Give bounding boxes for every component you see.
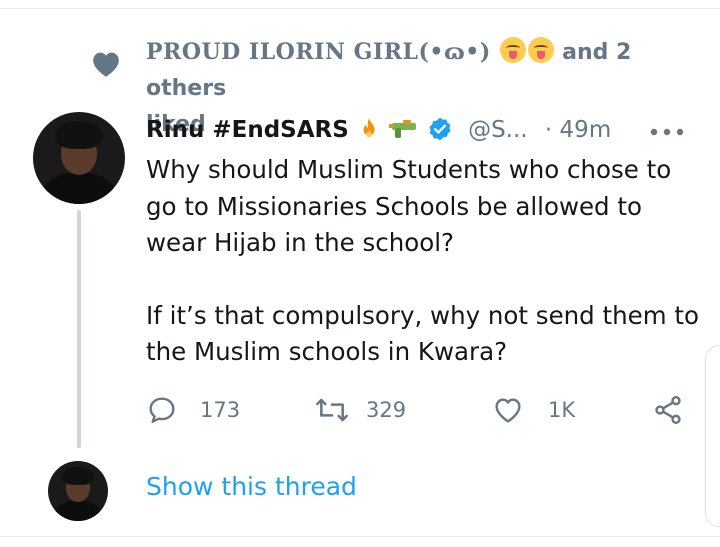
like-count: 1K	[548, 398, 576, 422]
heart-outline-icon	[495, 398, 521, 423]
avatar[interactable]	[33, 112, 125, 204]
tweet-time[interactable]: · 49m	[545, 117, 611, 143]
tweet-header: Rinu #EndSARS @S... · 49m	[146, 112, 706, 148]
heart-icon	[93, 52, 119, 77]
share-button[interactable]	[652, 392, 684, 428]
tweet-paragraph: Why should Muslim Students who chose to …	[146, 155, 672, 257]
reply-icon	[149, 397, 175, 423]
author-handle[interactable]: @S...	[468, 117, 528, 143]
retweet-count: 329	[366, 398, 407, 422]
share-icon	[655, 396, 681, 424]
like-button[interactable]: 1K	[492, 392, 575, 428]
scroll-handle[interactable]	[705, 345, 720, 527]
retweet-icon	[316, 398, 348, 422]
liker-name[interactable]: PROUD ILORIN GIRL(•ɷ•)	[146, 39, 491, 65]
bottom-divider	[0, 536, 720, 537]
top-divider	[0, 8, 720, 9]
tweet-text: Why should Muslim Students who chose to …	[146, 152, 706, 371]
reply-count: 173	[200, 398, 241, 422]
fire-icon	[363, 118, 375, 138]
yum-face-emoji	[528, 37, 555, 63]
tweet-paragraph: If it’s that compulsory, why not send th…	[146, 300, 699, 367]
verified-badge-icon	[429, 117, 451, 141]
author-name[interactable]: Rinu #EndSARS	[146, 117, 349, 143]
more-options-icon[interactable]	[650, 128, 684, 136]
action-bar: 173 329 1K	[146, 392, 692, 428]
retweet-button[interactable]: 329	[314, 392, 406, 428]
show-thread-link[interactable]: Show this thread	[146, 472, 357, 501]
reply-button[interactable]: 173	[146, 392, 240, 428]
water-gun-icon	[389, 120, 417, 138]
yum-face-emoji	[500, 37, 527, 63]
thread-avatar[interactable]	[48, 461, 108, 521]
thread-line	[77, 210, 81, 448]
